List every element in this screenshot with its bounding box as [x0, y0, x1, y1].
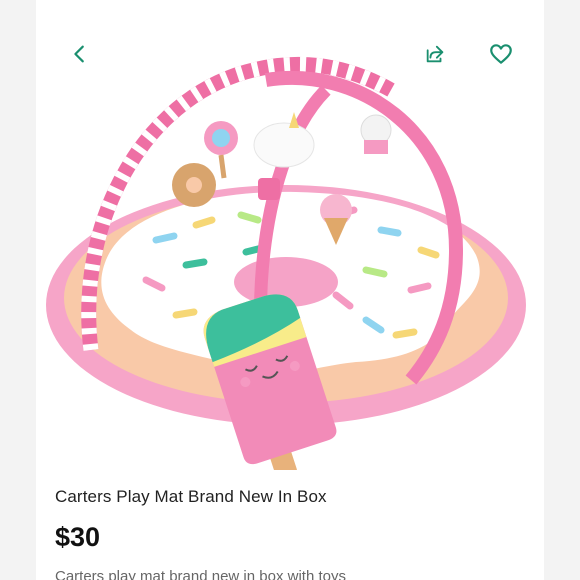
toy-pretzel [172, 163, 216, 207]
like-button[interactable] [485, 38, 517, 70]
share-icon [426, 45, 444, 63]
share-button[interactable] [419, 38, 451, 70]
listing-description: Carters play mat brand new in box with t… [55, 568, 346, 580]
heart-outline-icon [490, 44, 512, 64]
chevron-left-icon [74, 45, 84, 63]
toy-cupcake [360, 114, 392, 154]
listing-screen: Carters Play Mat Brand New In Box $30 Ca… [0, 0, 580, 580]
toy-shovel [258, 178, 280, 200]
listing-price: $30 [55, 522, 101, 552]
listing-title: Carters Play Mat Brand New In Box [55, 487, 327, 506]
left-margin [0, 0, 36, 580]
back-button[interactable] [64, 38, 96, 70]
product-photo [46, 56, 526, 470]
listing-content: Carters Play Mat Brand New In Box $30 Ca… [36, 0, 544, 580]
right-margin [544, 0, 580, 580]
